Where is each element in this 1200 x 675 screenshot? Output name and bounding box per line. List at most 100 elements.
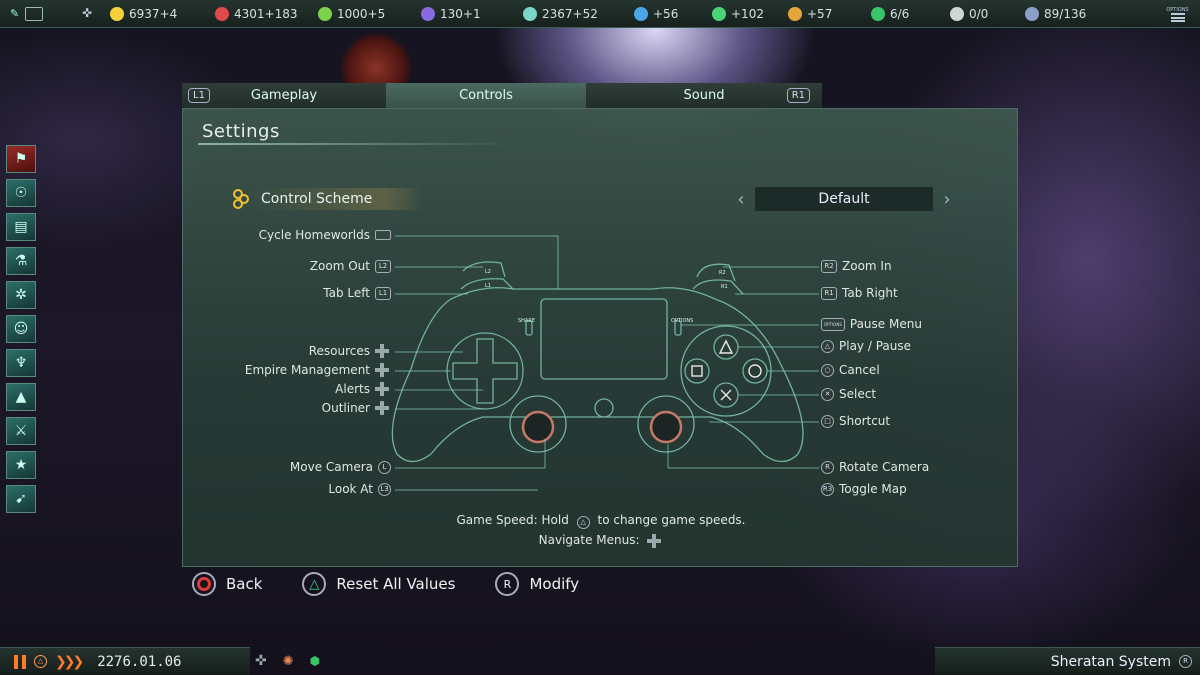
l-key-icon: L bbox=[378, 460, 391, 474]
control-tab-left[interactable]: Tab Left L1 bbox=[323, 286, 391, 300]
speed-indicator-icon[interactable]: ❯❯❯ bbox=[55, 654, 84, 670]
sidebar-item-fleets[interactable]: ➹ bbox=[6, 485, 36, 513]
game-speed-note: Game Speed: Hold △ to change game speeds… bbox=[183, 513, 1019, 529]
resource-naval-capacity[interactable]: 89/136 bbox=[1025, 0, 1086, 28]
options-button[interactable]: OPTIONS bbox=[1155, 0, 1200, 28]
resource-food[interactable]: 1000+5 bbox=[318, 0, 385, 28]
dpad-icon: ✜ bbox=[255, 653, 267, 669]
control-resources[interactable]: Resources bbox=[309, 344, 391, 358]
sidebar-item-traditions[interactable]: ▲ bbox=[6, 383, 36, 411]
control-label: Play / Pause bbox=[839, 339, 911, 353]
r1-key-icon: R1 bbox=[821, 286, 837, 300]
resource-energy[interactable]: 6937+4 bbox=[110, 0, 177, 28]
control-select[interactable]: ✕ Select bbox=[821, 387, 876, 401]
control-play-pause[interactable]: △ Play / Pause bbox=[821, 339, 911, 353]
control-shortcut[interactable]: □ Shortcut bbox=[821, 414, 890, 428]
control-zoom-out[interactable]: Zoom Out L2 bbox=[310, 259, 391, 273]
back-button[interactable]: Back bbox=[192, 572, 262, 596]
r3-key-icon: R3 bbox=[821, 482, 834, 496]
sidebar-item-planets[interactable]: ▤ bbox=[6, 213, 36, 241]
control-label: Zoom Out bbox=[309, 259, 370, 273]
sidebar-item-research[interactable]: ⚗ bbox=[6, 247, 36, 275]
sidebar-item-species[interactable]: ☺ bbox=[6, 315, 36, 343]
resource-minerals[interactable]: 4301+183 bbox=[215, 0, 298, 28]
system-indicator: Sheratan System R bbox=[935, 647, 1200, 675]
r1-key-icon: R1 bbox=[786, 88, 810, 103]
button-key-icon: □ bbox=[821, 414, 834, 428]
resource-influence[interactable]: 130+1 bbox=[421, 0, 481, 28]
control-zoom-in[interactable]: R2 Zoom In bbox=[821, 259, 892, 273]
settings-tabs: L1 Gameplay Controls Sound R1 bbox=[182, 83, 1018, 108]
control-pause-menu[interactable]: OPTIONS Pause Menu bbox=[821, 317, 922, 331]
dpad-icon bbox=[647, 533, 663, 548]
r2-label: R2 bbox=[719, 270, 726, 276]
influence-icon bbox=[421, 7, 435, 21]
policies-icon: ✲ bbox=[15, 287, 27, 303]
chat-icon[interactable]: ✎ bbox=[10, 7, 19, 20]
l2-label: L2 bbox=[485, 269, 491, 275]
resource-physics[interactable]: +56 bbox=[634, 0, 678, 28]
sidebar-item-contacts[interactable]: ☉ bbox=[6, 179, 36, 207]
control-cancel[interactable]: ○ Cancel bbox=[821, 363, 880, 377]
triangle-button-icon: △ bbox=[302, 572, 327, 596]
resource-engineering[interactable]: +57 bbox=[788, 0, 832, 28]
control-label: Alerts bbox=[335, 382, 370, 396]
control-rotate-camera[interactable]: R Rotate Camera bbox=[821, 460, 929, 474]
modify-button[interactable]: R Modify bbox=[495, 572, 579, 596]
system-name: Sheratan System bbox=[1050, 653, 1171, 670]
control-label: Zoom In bbox=[842, 259, 892, 273]
resource-value: 4301+183 bbox=[234, 7, 298, 21]
bottom-bar: △ ❯❯❯ 2276.01.06 ✜ ✺ ⬢ Sheratan System R bbox=[0, 647, 1200, 675]
control-label: Rotate Camera bbox=[839, 460, 930, 474]
control-empire-management[interactable]: Empire Management bbox=[245, 363, 391, 377]
menu-button-icon[interactable] bbox=[25, 6, 44, 21]
control-outliner[interactable]: Outliner bbox=[322, 401, 391, 415]
resource-value: 130+1 bbox=[440, 7, 481, 21]
control-label: Cancel bbox=[839, 363, 880, 377]
tab-sound[interactable]: Sound R1 bbox=[586, 83, 822, 108]
button-key-icon: ✕ bbox=[821, 387, 834, 401]
physics-icon bbox=[634, 7, 648, 21]
l1-key-icon: L1 bbox=[375, 286, 391, 300]
resource-edicts[interactable]: 6/6 bbox=[871, 0, 909, 28]
tab-gameplay[interactable]: L1 Gameplay bbox=[182, 83, 386, 108]
sidebar-item-situations[interactable]: ♆ bbox=[6, 349, 36, 377]
resource-society[interactable]: +102 bbox=[712, 0, 764, 28]
resource-value: 6937+4 bbox=[129, 7, 178, 21]
resource-value: 2367+52 bbox=[542, 7, 598, 21]
resource-leaders[interactable]: 0/0 bbox=[950, 0, 988, 28]
sidebar-item-military[interactable]: ⚔ bbox=[6, 417, 36, 445]
r-key-icon: R bbox=[821, 460, 834, 474]
tab-controls[interactable]: Controls bbox=[386, 83, 586, 108]
swords-icon: ⚔ bbox=[14, 423, 28, 439]
l3-key-icon: L3 bbox=[378, 482, 391, 496]
sidebar-item-empire[interactable]: ⚑ bbox=[6, 145, 36, 173]
control-label: Shortcut bbox=[839, 414, 891, 428]
options-label: OPTIONS bbox=[671, 318, 693, 324]
reset-all-values-button[interactable]: △ Reset All Values bbox=[302, 572, 455, 596]
sidebar-item-federation[interactable]: ★ bbox=[6, 451, 36, 479]
resource-value: 1000+5 bbox=[337, 7, 386, 21]
dpad-key-icon bbox=[375, 401, 391, 415]
pause-icon[interactable] bbox=[14, 654, 26, 669]
control-alerts[interactable]: Alerts bbox=[335, 382, 391, 396]
r-stick-icon: R bbox=[495, 572, 520, 596]
galaxy-map-icon[interactable]: ✺ bbox=[283, 654, 294, 669]
situations-icon: ♆ bbox=[14, 355, 28, 371]
control-look-at[interactable]: Look At L3 bbox=[328, 482, 391, 496]
l1-label: L1 bbox=[485, 283, 491, 289]
control-tab-right[interactable]: R1 Tab Right bbox=[821, 286, 898, 300]
resource-unity[interactable]: 2367+52 bbox=[523, 0, 598, 28]
control-move-camera[interactable]: Move Camera L bbox=[290, 460, 391, 474]
resource-value: 0/0 bbox=[969, 7, 989, 21]
control-toggle-map[interactable]: R3 Toggle Map bbox=[821, 482, 907, 496]
hex-icon[interactable]: ⬢ bbox=[310, 654, 320, 668]
sidebar-item-policies[interactable]: ✲ bbox=[6, 281, 36, 309]
control-label: Toggle Map bbox=[839, 482, 907, 496]
r1-label: R1 bbox=[721, 284, 728, 290]
leaders-icon bbox=[950, 7, 964, 21]
control-cycle-homeworlds[interactable]: Cycle Homeworlds bbox=[259, 228, 391, 242]
r3-stick-icon[interactable]: R bbox=[1179, 655, 1192, 668]
options-key-icon: OPTIONS bbox=[821, 317, 845, 331]
energy-icon bbox=[110, 7, 124, 21]
